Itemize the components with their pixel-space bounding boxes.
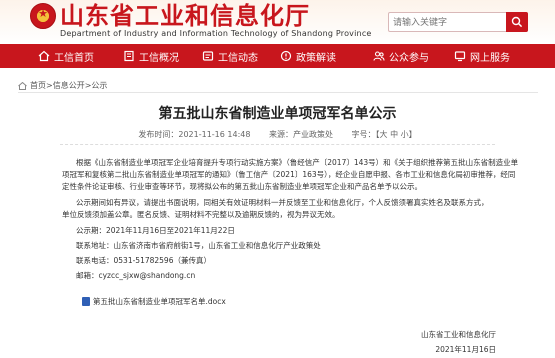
paragraph-line: 公示期间如有异议，请提出书面说明，同相关有效证明材料一并反馈至工业和信息化厅，个… bbox=[76, 198, 489, 207]
nav-item-news[interactable]: 工信动态 bbox=[202, 44, 258, 68]
article-meta: 发布时间：2021-11-16 14:48 来源：产业政策处 字号：【大 中 小… bbox=[0, 129, 555, 140]
search-box bbox=[388, 12, 528, 32]
paragraph-line: 根据《山东省制造业单项冠军企业培育提升专项行动实施方案》（鲁经信产〔2017〕1… bbox=[76, 158, 519, 167]
site-header: ★ 山东省工业和信息化厅 Department of Industry and … bbox=[0, 0, 555, 44]
signature-organization: 山东省工业和信息化厅 bbox=[421, 330, 496, 339]
paragraph-line: 项冠军和复核第二批山东省制造业单项冠军的通知》（鲁工信产〔2021〕163号），… bbox=[62, 170, 516, 179]
contact-email: 邮箱：cyzcc_sjxw@shandong.cn bbox=[76, 271, 196, 280]
search-input[interactable] bbox=[393, 15, 501, 29]
building-icon bbox=[124, 50, 134, 62]
nav-item-participation[interactable]: 公众参与 bbox=[373, 44, 429, 68]
nav-item-online-service[interactable]: 网上服务 bbox=[454, 44, 510, 68]
nav-label: 工信首页 bbox=[54, 52, 94, 64]
attachment-link[interactable]: 第五批山东省制造业单项冠军名单.docx bbox=[82, 296, 226, 307]
contact-address: 联系地址：山东省济南市省府前街1号，山东省工业和信息化厅产业政策处 bbox=[76, 241, 321, 250]
signature-date: 2021年11月16日 bbox=[435, 345, 496, 354]
nav-label: 工信概况 bbox=[139, 52, 179, 64]
search-button[interactable] bbox=[506, 12, 528, 32]
word-document-icon bbox=[82, 297, 90, 306]
main-nav: 工信首页 工信概况 工信动态 政策解读 公众参与 网上服务 bbox=[0, 44, 555, 68]
nav-label: 政策解读 bbox=[296, 52, 336, 64]
article-title: 第五批山东省制造业单项冠军名单公示 bbox=[158, 106, 397, 122]
star-icon: ★ bbox=[38, 7, 48, 20]
news-icon bbox=[202, 51, 214, 61]
people-icon bbox=[373, 51, 385, 61]
contact-phone: 联系电话：0531-51782596（兼传真） bbox=[76, 256, 211, 265]
divider bbox=[18, 92, 538, 93]
paragraph-line: 单位反馈须加盖公章。匿名反馈、证明材料不完整以及逾期反馈的，视为异议无效。 bbox=[62, 210, 340, 219]
site-title-english: Department of Industry and Information T… bbox=[60, 29, 372, 38]
home-icon bbox=[18, 81, 27, 90]
font-size-control[interactable]: 字号：【大 中 小】 bbox=[352, 130, 417, 139]
national-emblem-logo: ★ bbox=[30, 3, 56, 29]
nav-item-policy[interactable]: 政策解读 bbox=[280, 44, 336, 68]
publicity-period: 公示期：2021年11月16日至2021年11月22日 bbox=[76, 226, 235, 235]
nav-label: 网上服务 bbox=[470, 52, 510, 64]
breadcrumb-text[interactable]: 首页>信息公开>公示 bbox=[30, 80, 107, 91]
nav-item-home[interactable]: 工信首页 bbox=[38, 44, 94, 68]
publish-time: 发布时间：2021-11-16 14:48 bbox=[138, 130, 251, 139]
breadcrumb: 首页>信息公开>公示 bbox=[18, 80, 107, 91]
nav-item-overview[interactable]: 工信概况 bbox=[123, 44, 179, 68]
search-icon bbox=[511, 16, 523, 28]
nav-label: 工信动态 bbox=[218, 52, 258, 64]
home-icon bbox=[38, 50, 50, 62]
service-icon bbox=[454, 51, 466, 62]
nav-label: 公众参与 bbox=[389, 52, 429, 64]
policy-icon bbox=[280, 50, 292, 62]
paragraph-line: 定性条件论证审核、行业审查等环节，现将拟公布的第五批山东省制造业单项冠军企业和产… bbox=[62, 182, 422, 191]
divider bbox=[60, 144, 495, 145]
article-source: 来源：产业政策处 bbox=[269, 130, 333, 139]
attachment-label: 第五批山东省制造业单项冠军名单.docx bbox=[93, 297, 226, 306]
site-title[interactable]: 山东省工业和信息化厅 bbox=[60, 2, 310, 30]
